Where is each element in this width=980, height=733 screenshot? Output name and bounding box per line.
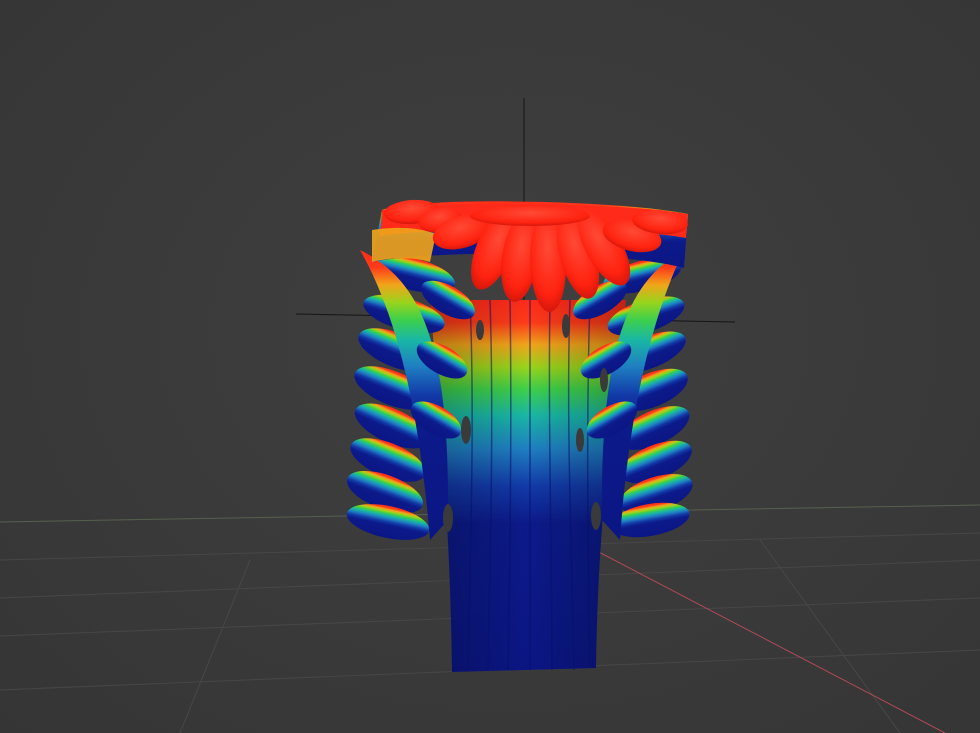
3d-viewport[interactable] <box>0 0 980 733</box>
viewport-scene <box>0 98 980 733</box>
acanthus-leaf-ornament-model[interactable] <box>342 198 698 672</box>
